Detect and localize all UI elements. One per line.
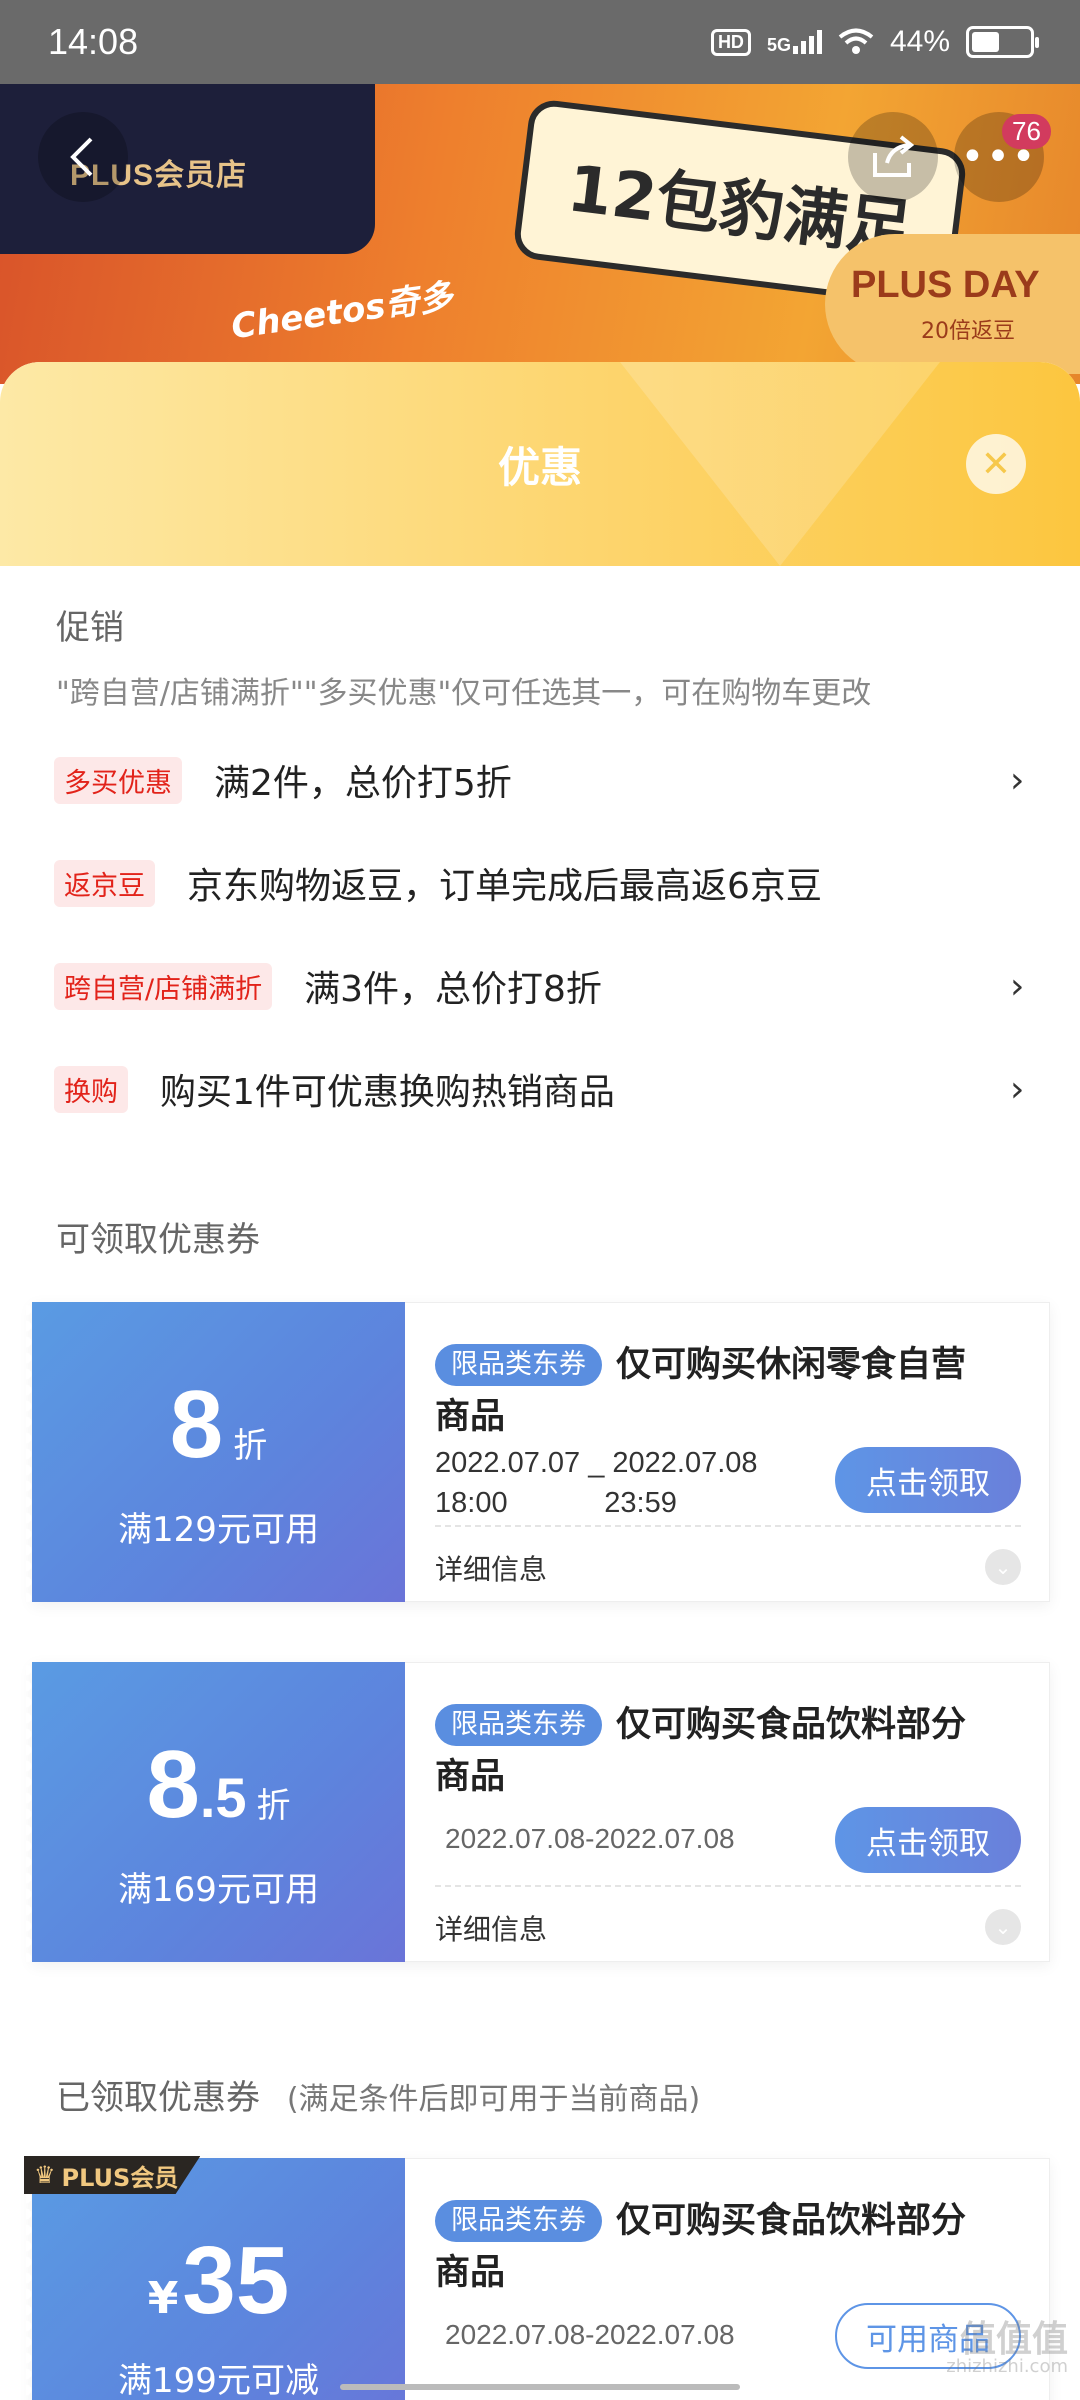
coupon-detail-link[interactable]: 详细信息 bbox=[435, 1908, 547, 1948]
signal-icon: 5G bbox=[767, 30, 822, 54]
promo-item[interactable]: 换购 购买1件可优惠换购热销商品 › bbox=[54, 1059, 1034, 1119]
promo-item: 返京豆 京东购物返豆，订单完成后最高返6京豆 bbox=[54, 853, 1034, 913]
chevron-right-icon: › bbox=[1010, 759, 1025, 801]
coupon-discount-unit: 折 bbox=[256, 1786, 291, 1826]
crown-icon: ♛ bbox=[34, 2161, 56, 2189]
coupon-validity: 2022.07.08-2022.07.08 bbox=[445, 1823, 735, 1854]
watermark: 值值值 zhizhizhi.com bbox=[946, 2319, 1068, 2377]
coupon-detail-link[interactable]: 详细信息 bbox=[435, 1548, 547, 1588]
coupon-type-tag: 限品类东券 bbox=[435, 1344, 602, 1386]
promo-text: 满3件，总价打8折 bbox=[304, 969, 602, 1010]
coupon-card: 8折 满129元可用 限品类东券 仅可购买休闲零食自营商品 2022.07.07 … bbox=[26, 1302, 1050, 1602]
brand-label: Cheetos奇多 bbox=[228, 276, 456, 348]
coupon-discount-unit: 折 bbox=[233, 1426, 268, 1466]
back-icon bbox=[70, 137, 93, 177]
currency-symbol: ¥ bbox=[147, 2273, 179, 2324]
sheet-header: 优惠 ✕ bbox=[0, 362, 1080, 566]
coupon-info: 限品类东券 仅可购买食品饮料部分商品 2022.07.08-2022.07.08 … bbox=[405, 1662, 1050, 1962]
coupon-condition: 满129元可用 bbox=[118, 1510, 319, 1550]
promo-item[interactable]: 多买优惠 满2件，总价打5折 › bbox=[54, 750, 1034, 810]
promotions-note: "跨自营/店铺满折""多买优惠"仅可任选其一，可在购物车更改 bbox=[56, 676, 872, 711]
promo-text: 满2件，总价打5折 bbox=[214, 763, 512, 804]
coupon-type-tag: 限品类东券 bbox=[435, 1704, 602, 1746]
close-icon: ✕ bbox=[980, 443, 1012, 485]
home-indicator[interactable] bbox=[340, 2384, 740, 2390]
share-button[interactable] bbox=[848, 112, 938, 202]
coupon-validity: 2022.07.08-2022.07.08 bbox=[445, 2319, 735, 2350]
coupon-validity: 2022.07.07 _ 2022.07.08 18:00 23:59 bbox=[435, 1447, 758, 1519]
promo-text: 京东购物返豆，订单完成后最高返6京豆 bbox=[187, 866, 822, 907]
plus-member-badge: ♛ PLUS会员 bbox=[24, 2156, 201, 2194]
chevron-down-icon[interactable]: ⌄ bbox=[985, 1549, 1021, 1585]
coupon-discount-value: 8 bbox=[169, 1371, 224, 1478]
promo-text: 购买1件可优惠换购热销商品 bbox=[160, 1072, 615, 1113]
coupon-value-panel: 8.5 折 满169元可用 bbox=[26, 1662, 405, 1962]
claimed-coupons-note: (满足条件后即可用于当前商品) bbox=[286, 2082, 701, 2117]
coupon-info: 限品类东券 仅可购买休闲零食自营商品 2022.07.07 _ 2022.07.0… bbox=[405, 1302, 1050, 1602]
wifi-icon bbox=[838, 28, 874, 54]
chevron-right-icon: › bbox=[1010, 965, 1025, 1007]
coupon-title: 限品类东券 仅可购买食品饮料部分商品 bbox=[435, 1704, 967, 1797]
coupon-discount-value: 8 bbox=[146, 1731, 200, 1838]
available-coupons-title: 可领取优惠券 bbox=[56, 1220, 260, 1260]
promo-tag: 换购 bbox=[54, 1065, 128, 1113]
claimed-coupons-title: 已领取优惠券 (满足条件后即可用于当前商品) bbox=[56, 2078, 701, 2118]
close-button[interactable]: ✕ bbox=[966, 434, 1026, 494]
coupon-amount: 35 bbox=[182, 2227, 290, 2334]
coupon-value-panel: ¥35 满199元可减 bbox=[26, 2158, 405, 2400]
coupon-title: 限品类东券 仅可购买休闲零食自营商品 bbox=[435, 1344, 967, 1437]
notification-badge: 76 bbox=[1002, 114, 1051, 149]
claim-coupon-button[interactable]: 点击领取 bbox=[835, 1807, 1021, 1873]
status-time: 14:08 bbox=[48, 21, 139, 62]
plus-day-badge: PLUS DAY 20倍返豆 bbox=[825, 234, 1080, 374]
status-bar: 14:08 HD 5G 44% bbox=[0, 0, 1080, 84]
chevron-right-icon: › bbox=[1010, 1068, 1025, 1110]
coupon-condition: 满199元可减 bbox=[118, 2361, 319, 2400]
coupon-type-tag: 限品类东券 bbox=[435, 2200, 602, 2242]
coupon-discount-decimal: .5 bbox=[199, 1766, 247, 1829]
sheet-title: 优惠 bbox=[497, 442, 582, 492]
coupon-value-panel: 8折 满129元可用 bbox=[26, 1302, 405, 1602]
promo-tag: 返京豆 bbox=[54, 859, 155, 907]
promo-tag: 多买优惠 bbox=[54, 756, 182, 804]
promotions-title: 促销 bbox=[56, 608, 124, 648]
battery-icon bbox=[966, 26, 1039, 58]
share-icon bbox=[873, 135, 915, 177]
coupon-card: 8.5 折 满169元可用 限品类东券 仅可购买食品饮料部分商品 2022.07.0… bbox=[26, 1662, 1050, 1962]
chevron-down-icon[interactable]: ⌄ bbox=[985, 1909, 1021, 1945]
promo-tag: 跨自营/店铺满折 bbox=[54, 962, 273, 1010]
hd-icon: HD bbox=[710, 28, 751, 56]
status-icons: HD 5G 44% bbox=[710, 25, 1039, 59]
promo-item[interactable]: 跨自营/店铺满折 满3件，总价打8折 › bbox=[54, 956, 1034, 1016]
claim-coupon-button[interactable]: 点击领取 bbox=[835, 1447, 1021, 1513]
coupon-card: ♛ PLUS会员 ¥35 满199元可减 限品类东券 仅可购买食品饮料部分商品 20… bbox=[24, 2156, 1050, 2400]
back-button[interactable] bbox=[38, 112, 128, 202]
coupon-title: 限品类东券 仅可购买食品饮料部分商品 bbox=[435, 2200, 967, 2293]
battery-percent: 44% bbox=[889, 25, 950, 58]
coupon-condition: 满169元可用 bbox=[118, 1870, 319, 1910]
